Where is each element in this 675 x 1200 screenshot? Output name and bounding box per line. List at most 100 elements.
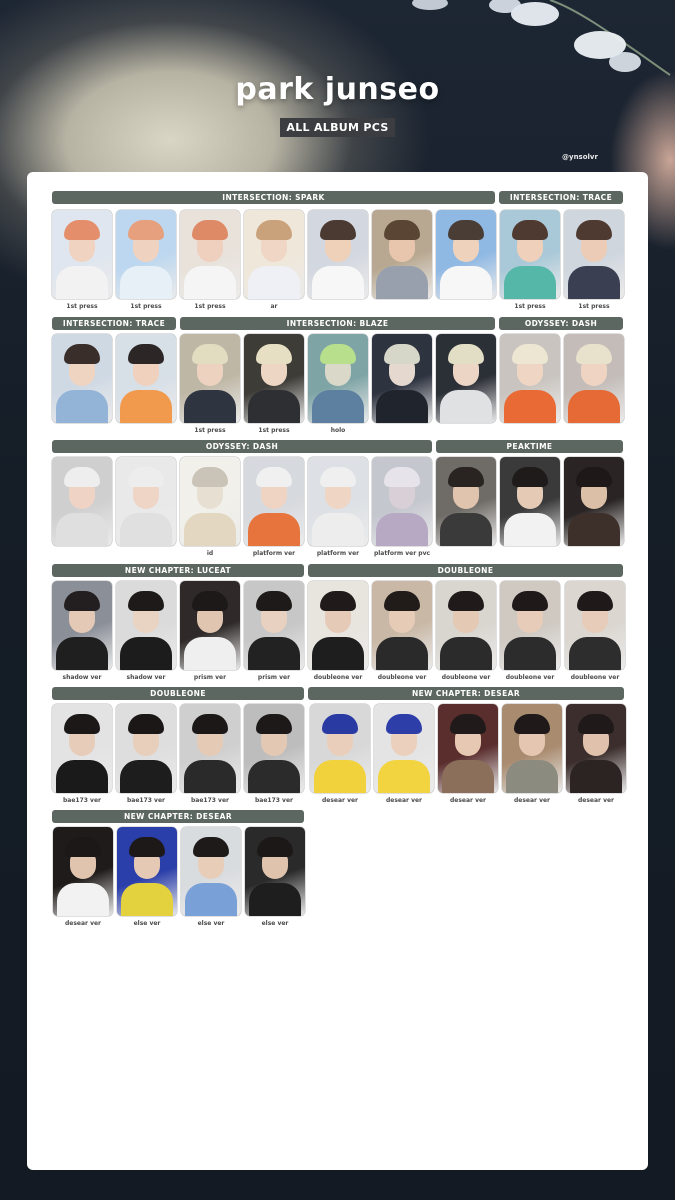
photocard-hair xyxy=(192,220,228,240)
photocard-hair xyxy=(512,467,548,487)
photocard xyxy=(308,457,368,546)
photocard-hair xyxy=(576,344,612,364)
photocard-label: prism ver xyxy=(257,674,291,681)
photocard xyxy=(117,827,177,916)
photocard-outfit xyxy=(568,513,620,546)
photocard-outfit xyxy=(504,513,556,546)
photocard-outfit xyxy=(184,760,236,793)
photocard xyxy=(308,334,368,423)
photocard-outfit xyxy=(440,390,492,423)
photocard xyxy=(244,334,304,423)
photocard xyxy=(372,581,432,670)
photocard xyxy=(372,457,432,546)
photocard xyxy=(52,334,112,423)
photocard-outfit xyxy=(248,760,300,793)
photocard-outfit xyxy=(504,266,556,299)
photocard-outfit xyxy=(120,637,172,670)
photocard xyxy=(502,704,562,793)
photocard xyxy=(244,210,304,299)
photocard-label: desear ver xyxy=(577,797,615,804)
photocard-hair xyxy=(128,467,164,487)
photocard-hair xyxy=(64,591,100,611)
photocard-hair xyxy=(320,591,356,611)
section-header-doubleone: DOUBLEONE xyxy=(308,564,623,577)
photocard-hair xyxy=(448,467,484,487)
photocard xyxy=(436,457,496,546)
photocard-hair xyxy=(578,714,614,734)
photocard xyxy=(566,704,626,793)
photocard-label: shadow ver xyxy=(126,674,166,681)
page-title: park junseo xyxy=(235,72,440,107)
photocard-hair xyxy=(320,344,356,364)
section-header-trace: INTERSECTION: TRACE xyxy=(499,191,623,204)
photocard-outfit xyxy=(312,390,364,423)
photocard xyxy=(180,704,240,793)
photocard-hair xyxy=(128,591,164,611)
photocard xyxy=(52,581,112,670)
photocard-outfit xyxy=(57,883,109,916)
section-header-dash: ODYSSEY: DASH xyxy=(499,317,623,330)
photocard-label: else ver xyxy=(133,920,161,927)
photocard-outfit xyxy=(376,637,428,670)
photocard-outfit xyxy=(56,637,108,670)
section-header-dash: ODYSSEY: DASH xyxy=(52,440,432,453)
photocard-label: 1st press xyxy=(66,303,98,310)
photocard xyxy=(180,581,240,670)
photocard-hair xyxy=(64,467,100,487)
photocard-outfit xyxy=(504,390,556,423)
photocard-outfit xyxy=(248,390,300,423)
photocard-outfit xyxy=(378,760,430,793)
photocard-outfit xyxy=(570,760,622,793)
photocard-outfit xyxy=(120,760,172,793)
photocard-outfit xyxy=(312,513,364,546)
photocard-label: prism ver xyxy=(193,674,227,681)
photocard-label: bae173 ver xyxy=(255,797,293,804)
photocard-outfit xyxy=(440,513,492,546)
photocard xyxy=(116,210,176,299)
creator-handle: @ynsolvr xyxy=(562,153,598,161)
photocard xyxy=(244,704,304,793)
photocard-label: 1st press xyxy=(258,427,290,434)
photocard-hair xyxy=(384,591,420,611)
photocard-label: ar xyxy=(270,303,278,310)
photocard xyxy=(565,581,625,670)
photocard-label: doubleone ver xyxy=(377,674,427,681)
photocard-outfit xyxy=(568,266,620,299)
photocard-label: bae173 ver xyxy=(191,797,229,804)
photocard-hair xyxy=(576,220,612,240)
photocard-outfit xyxy=(184,266,236,299)
photocard-hair xyxy=(448,591,484,611)
photocard xyxy=(245,827,305,916)
photocard-outfit xyxy=(249,883,301,916)
photocard xyxy=(438,704,498,793)
photocard-outfit xyxy=(248,513,300,546)
photocard-label: shadow ver xyxy=(62,674,102,681)
photocard xyxy=(500,210,560,299)
photocard-outfit xyxy=(121,883,173,916)
photocard xyxy=(500,581,560,670)
photocard-hair xyxy=(64,714,100,734)
photocard-hair xyxy=(512,344,548,364)
photocard-outfit xyxy=(569,637,621,670)
photocard-hair xyxy=(256,467,292,487)
photocard-hair xyxy=(256,591,292,611)
photocard-outfit xyxy=(120,513,172,546)
photocard-outfit xyxy=(376,513,428,546)
photocard-label: doubleone ver xyxy=(313,674,363,681)
photocard-hair xyxy=(450,714,486,734)
photocard xyxy=(500,457,560,546)
section-header-blaze: INTERSECTION: BLAZE xyxy=(180,317,495,330)
photocard xyxy=(52,210,112,299)
photocard-hair xyxy=(384,220,420,240)
photocard xyxy=(181,827,241,916)
photocard-outfit xyxy=(120,390,172,423)
photocard-outfit xyxy=(314,760,366,793)
photocard xyxy=(116,457,176,546)
photocard-hair xyxy=(514,714,550,734)
photocard-outfit xyxy=(376,390,428,423)
photocard-hair xyxy=(256,344,292,364)
photocard xyxy=(310,704,370,793)
photocard-hair xyxy=(64,344,100,364)
photocard-outfit xyxy=(440,266,492,299)
photocard xyxy=(53,827,113,916)
